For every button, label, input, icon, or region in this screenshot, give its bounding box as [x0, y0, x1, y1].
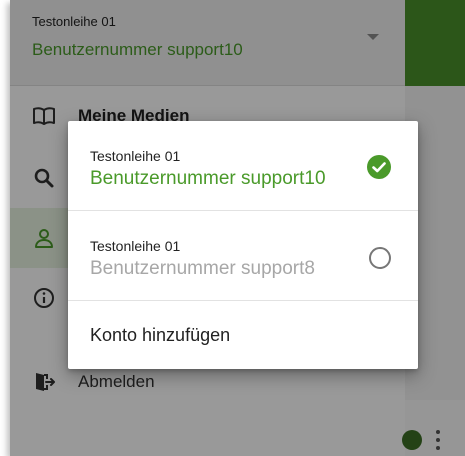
account-number: Benutzernummer support8	[90, 258, 315, 279]
account-option-support8[interactable]: Testonleihe 01 Benutzernummer support8	[68, 211, 418, 301]
account-library-label: Testonleihe 01	[90, 238, 181, 254]
check-circle-icon[interactable]	[367, 155, 391, 179]
account-number: Benutzernummer support10	[90, 168, 326, 189]
account-chooser-dialog: Testonleihe 01 Benutzernummer support10 …	[68, 121, 418, 369]
radio-unselected-icon[interactable]	[369, 247, 391, 269]
account-option-support10[interactable]: Testonleihe 01 Benutzernummer support10	[68, 121, 418, 211]
add-account-label: Konto hinzufügen	[90, 325, 231, 345]
account-library-label: Testonleihe 01	[90, 148, 181, 164]
add-account-button[interactable]: Konto hinzufügen	[68, 301, 418, 369]
app-screen: Testonleihe 01 Benutzernummer support10 …	[10, 0, 465, 456]
